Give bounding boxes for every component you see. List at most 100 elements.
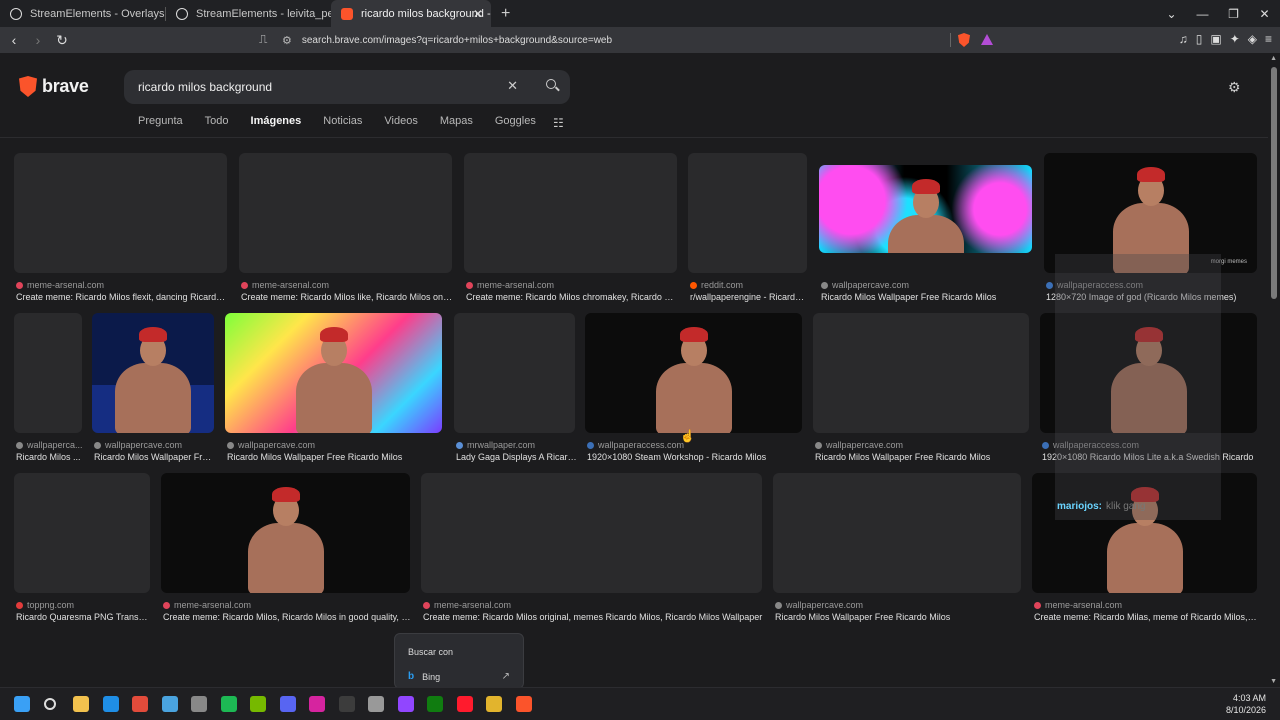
result-caption[interactable]: Ricardo Milos Wallpaper Free...	[94, 452, 216, 462]
tab-noticias[interactable]: Noticias	[323, 115, 362, 133]
result-caption[interactable]: Create meme: Ricardo Milos like, Ricardo…	[241, 292, 454, 302]
image-result[interactable]: wallpapercave.com Ricardo Milos Wallpaper…	[813, 313, 1029, 471]
image-result[interactable]: meme-arsenal.com Create meme: Ricardo Mil…	[421, 473, 762, 631]
tab-ricardo-milos[interactable]: ricardo milos background - Brave ✕	[331, 0, 491, 27]
image-result[interactable]: wallpapercave.com Ricardo Milos Wallpaper…	[92, 313, 216, 471]
result-source[interactable]: wallpaperaccess.com	[587, 440, 804, 450]
image-thumbnail[interactable]	[585, 313, 802, 433]
wallet-icon[interactable]: ▣	[1210, 32, 1221, 46]
image-thumbnail[interactable]	[92, 313, 214, 433]
result-source[interactable]: meme-arsenal.com	[1034, 600, 1259, 610]
image-thumbnail[interactable]	[14, 153, 227, 273]
close-window-button[interactable]: ✕	[1249, 7, 1280, 21]
result-source[interactable]: mrwallpaper.com	[456, 440, 577, 450]
store-icon[interactable]	[161, 696, 178, 712]
image-result[interactable]: wallpapercave.com Ricardo Milos Wallpaper…	[819, 153, 1032, 311]
filter-icon[interactable]: ☷	[553, 116, 564, 130]
result-source[interactable]: wallpapercave.com	[227, 440, 444, 450]
site-info-icon[interactable]: ⚙	[282, 34, 292, 47]
image-result[interactable]: mrwallpaper.com Lady Gaga Displays A Rica…	[454, 313, 577, 471]
tab-imagenes[interactable]: Imágenes	[251, 115, 302, 133]
image-thumbnail[interactable]	[773, 473, 1021, 593]
image-thumbnail[interactable]	[14, 313, 82, 433]
file-explorer-icon[interactable]	[73, 696, 89, 712]
search-with-bing[interactable]: b Bing	[408, 671, 440, 682]
result-caption[interactable]: Ricardo Milos Wallpaper Free Ricardo Mil…	[815, 452, 1031, 462]
tab-videos[interactable]: Videos	[384, 115, 417, 133]
image-thumbnail[interactable]	[813, 313, 1029, 433]
image-result[interactable]: meme-arsenal.com Create meme: Ricardo Mil…	[464, 153, 679, 311]
sidebar-icon[interactable]: ▯	[1196, 32, 1203, 46]
result-source[interactable]: meme-arsenal.com	[241, 280, 454, 290]
result-source[interactable]: wallpapercave.com	[775, 600, 1023, 610]
tab-todo[interactable]: Todo	[205, 115, 229, 133]
image-thumbnail[interactable]	[239, 153, 452, 273]
result-caption[interactable]: Create meme: Ricardo Milos flexit, danci…	[16, 292, 229, 302]
result-caption[interactable]: Ricardo Quaresma PNG Transpar...	[16, 612, 152, 622]
result-source[interactable]: meme-arsenal.com	[163, 600, 412, 610]
media-icon[interactable]: ♫	[1179, 32, 1188, 46]
steam-icon[interactable]	[191, 696, 207, 712]
opera-gx-icon[interactable]	[456, 696, 473, 712]
image-thumbnail[interactable]	[14, 473, 150, 593]
image-thumbnail[interactable]	[464, 153, 677, 273]
image-result[interactable]: wallpaperca... Ricardo Milos ...	[14, 313, 84, 471]
forward-icon[interactable]: ›	[28, 32, 48, 48]
result-caption[interactable]: Ricardo Milos ...	[16, 452, 84, 462]
chrome-canary-icon[interactable]	[486, 696, 502, 712]
menu-icon[interactable]: ≡	[1265, 32, 1272, 46]
result-source[interactable]: meme-arsenal.com	[423, 600, 764, 610]
result-source[interactable]: reddit.com	[690, 280, 809, 290]
result-caption[interactable]: r/wallpaperengine - Ricardo ...	[690, 292, 809, 302]
search-icon[interactable]	[43, 698, 56, 710]
terminal-icon[interactable]	[338, 696, 355, 712]
tab-streamelements-overlays[interactable]: StreamElements - Overlays	[0, 0, 165, 27]
image-result[interactable]: meme-arsenal.com Create meme: Ricardo Mil…	[161, 473, 412, 631]
image-thumbnail[interactable]	[421, 473, 762, 593]
result-caption[interactable]: Ricardo Milos Wallpaper Free Ricardo Mil…	[775, 612, 1023, 622]
image-result[interactable]: toppng.com Ricardo Quaresma PNG Transpar.…	[14, 473, 152, 631]
result-source[interactable]: meme-arsenal.com	[466, 280, 679, 290]
tab-streamelements-leivita[interactable]: StreamElements - leivita_pepita	[166, 0, 331, 27]
share-icon[interactable]: ↗	[502, 671, 510, 682]
maximize-button[interactable]: ❐	[1218, 7, 1249, 21]
spotify-icon[interactable]	[220, 696, 237, 712]
result-caption[interactable]: Create meme: Ricardo Milos chromakey, Ri…	[466, 292, 679, 302]
page-scrollbar[interactable]: ▲ ▼	[1268, 53, 1280, 687]
edge-icon[interactable]	[102, 696, 119, 712]
image-result[interactable]: meme-arsenal.com Create meme: Ricardo Mil…	[14, 153, 229, 311]
result-caption[interactable]: Create meme: Ricardo Milos original, mem…	[423, 612, 764, 622]
new-tab-button[interactable]: +	[501, 5, 510, 23]
result-source[interactable]: wallpapercave.com	[94, 440, 216, 450]
obs-icon[interactable]	[368, 696, 384, 712]
clear-search-icon[interactable]: ✕	[507, 78, 518, 94]
image-result[interactable]: wallpaperaccess.com 1920×1080 Steam Works…	[585, 313, 802, 471]
image-thumbnail[interactable]	[161, 473, 410, 593]
brave-logo[interactable]: brave	[19, 76, 89, 97]
result-source[interactable]: meme-arsenal.com	[16, 280, 229, 290]
tab-pregunta[interactable]: Pregunta	[138, 115, 183, 133]
image-result[interactable]: meme-arsenal.com Create meme: Ricardo Mil…	[239, 153, 454, 311]
image-result[interactable]: reddit.com r/wallpaperengine - Ricardo ..…	[688, 153, 809, 311]
scroll-thumb[interactable]	[1271, 67, 1277, 299]
result-source[interactable]: toppng.com	[16, 600, 152, 610]
result-caption[interactable]: Ricardo Milos Wallpaper Free Ricardo Mil…	[821, 292, 1034, 302]
bookmark-icon[interactable]: ⎍	[259, 32, 267, 47]
result-caption[interactable]: 1920×1080 Steam Workshop - Ricardo Milos	[587, 452, 804, 462]
instagram-icon[interactable]	[309, 696, 325, 712]
search-input[interactable]: ricardo milos background ✕	[124, 70, 570, 104]
brave-icon[interactable]	[515, 696, 532, 712]
result-source[interactable]: wallpapercave.com	[821, 280, 1034, 290]
result-caption[interactable]: Create meme: Ricardo Milos, Ricardo Milo…	[163, 612, 412, 622]
brave-rewards-icon[interactable]	[981, 34, 993, 45]
nvidia-icon[interactable]	[250, 696, 266, 712]
settings-gear-icon[interactable]: ⚙	[1228, 79, 1241, 96]
tab-goggles[interactable]: Goggles	[495, 115, 536, 133]
minimize-button[interactable]: —	[1187, 7, 1218, 21]
taskbar-clock[interactable]: 4:03 AM 8/10/2026	[1226, 692, 1266, 716]
search-icon[interactable]	[544, 77, 560, 93]
scroll-down-icon[interactable]: ▼	[1270, 678, 1277, 685]
result-source[interactable]: wallpaperca...	[16, 440, 84, 450]
scroll-up-icon[interactable]: ▲	[1270, 55, 1277, 62]
image-thumbnail[interactable]	[225, 313, 442, 433]
